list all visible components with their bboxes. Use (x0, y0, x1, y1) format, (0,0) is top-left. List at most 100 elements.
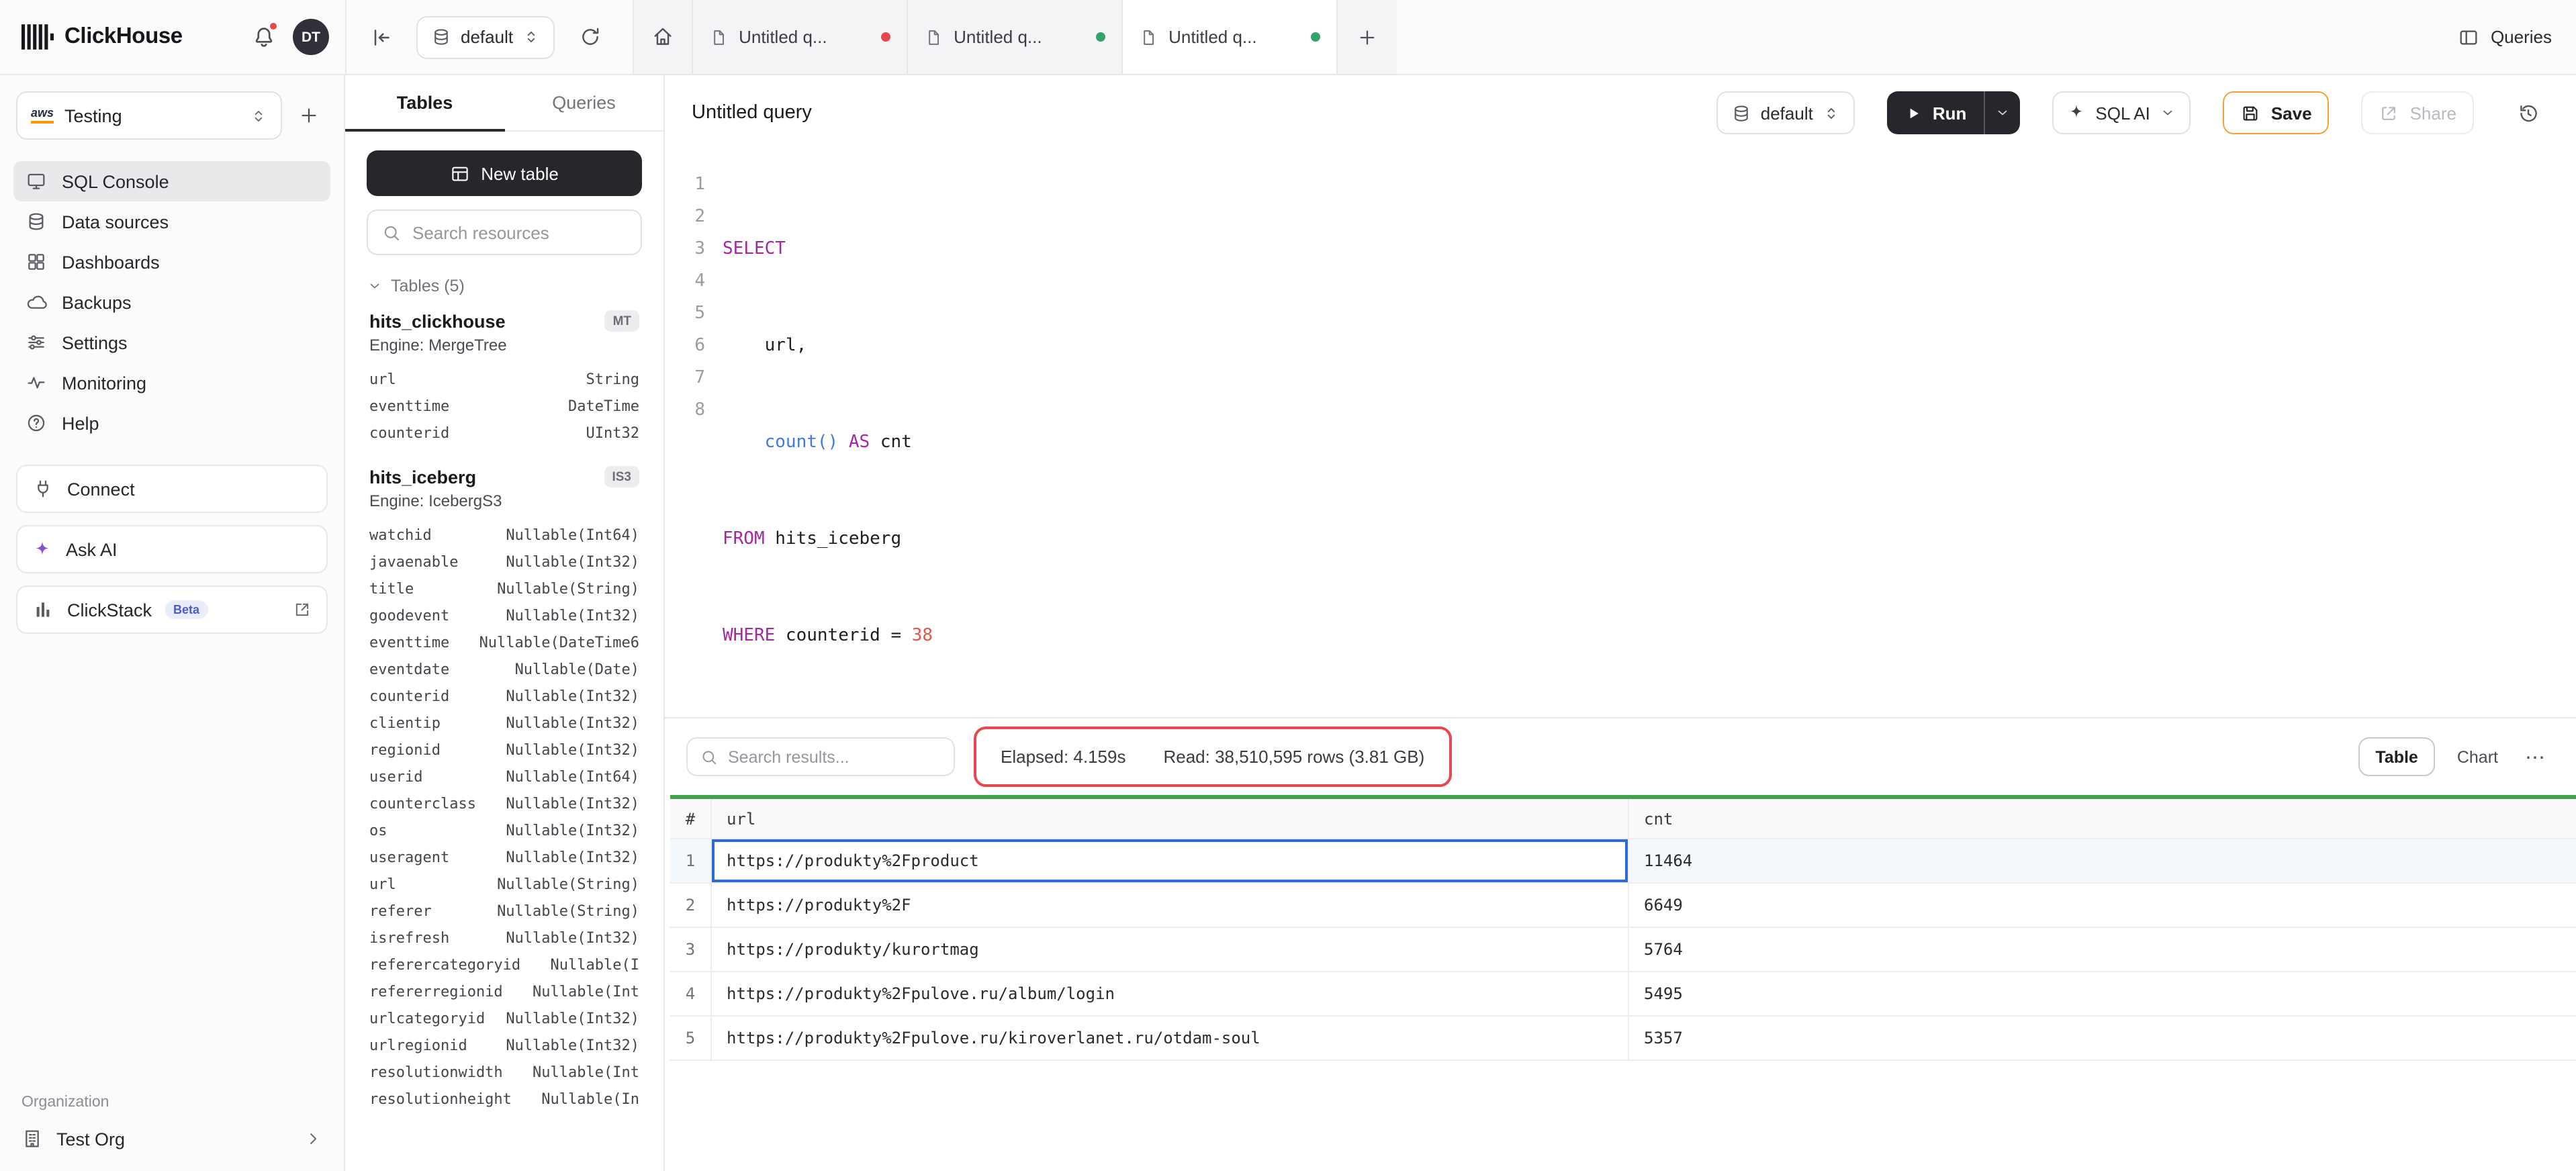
column-row[interactable]: eventtimeNullable(DateTime6 (345, 628, 663, 655)
chevron-updown-icon (1823, 104, 1840, 122)
column-row[interactable]: counterclassNullable(Int32) (345, 790, 663, 816)
url-cell[interactable]: https://produkty/kurortmag (712, 928, 1629, 971)
new-tab-button[interactable] (1338, 0, 1397, 74)
result-row[interactable]: 3 https://produkty/kurortmag 5764 (670, 928, 2576, 972)
column-row[interactable]: goodeventNullable(Int32) (345, 602, 663, 628)
column-row[interactable]: watchidNullable(Int64) (345, 521, 663, 548)
view-table-button[interactable]: Table (2358, 737, 2435, 776)
url-cell[interactable]: https://produkty%2Fpulove.ru/kiroverlane… (712, 1017, 1629, 1060)
cnt-cell[interactable]: 6649 (1629, 884, 2576, 927)
result-row[interactable]: 5 https://produkty%2Fpulove.ru/kiroverla… (670, 1017, 2576, 1061)
home-button[interactable] (634, 0, 693, 74)
tables-section-header[interactable]: Tables (5) (345, 269, 663, 301)
user-avatar[interactable]: DT (293, 19, 329, 55)
sidebar-item-settings[interactable]: Settings (13, 322, 330, 363)
code-token: count() (765, 432, 839, 453)
row-number-cell: 2 (670, 884, 712, 927)
organization-selector[interactable]: Test Org (21, 1128, 322, 1150)
column-row[interactable]: titleNullable(String) (345, 575, 663, 602)
clickstack-link[interactable]: ClickStack Beta (16, 586, 328, 634)
column-name: eventtime (369, 633, 449, 651)
column-name: javaenable (369, 553, 458, 570)
save-button[interactable]: Save (2223, 91, 2330, 134)
sidebar-item-monitoring[interactable]: Monitoring (13, 363, 330, 403)
notifications-button[interactable] (244, 18, 282, 56)
run-button[interactable]: Run (1887, 91, 2021, 134)
column-name: url (369, 875, 396, 892)
column-row[interactable]: resolutionwidthNullable(Int (345, 1058, 663, 1085)
column-row[interactable]: isrefreshNullable(Int32) (345, 924, 663, 951)
column-row[interactable]: counteridUInt32 (345, 419, 663, 446)
connect-button[interactable]: Connect (16, 465, 328, 513)
column-row[interactable]: refererNullable(String) (345, 897, 663, 924)
search-resources-input[interactable] (412, 222, 627, 242)
column-type: Nullable(Int32) (506, 821, 639, 839)
share-button[interactable]: Share (2362, 91, 2474, 134)
result-row[interactable]: 4 https://produkty%2Fpulove.ru/album/log… (670, 972, 2576, 1017)
search-results-input[interactable] (728, 747, 941, 766)
sidebar-item-dashboards[interactable]: Dashboards (13, 242, 330, 282)
refresh-button[interactable] (571, 18, 608, 56)
query-tabs-strip: Untitled q... Untitled q... Untitled q..… (634, 0, 1397, 74)
column-row[interactable]: javaenableNullable(Int32) (345, 548, 663, 575)
column-row[interactable]: urlNullable(String) (345, 870, 663, 897)
sidebar-item-backups[interactable]: Backups (13, 282, 330, 322)
column-row[interactable]: counteridNullable(Int32) (345, 682, 663, 709)
cnt-cell[interactable]: 5764 (1629, 928, 2576, 971)
beta-badge: Beta (165, 600, 208, 619)
query-tab-2[interactable]: Untitled q... (908, 0, 1123, 74)
add-service-button[interactable] (290, 97, 328, 134)
view-chart-button[interactable]: Chart (2449, 747, 2506, 766)
query-tab-1[interactable]: Untitled q... (693, 0, 908, 74)
sidebar-item-sql-console[interactable]: SQL Console (13, 161, 330, 201)
new-table-button[interactable]: New table (367, 150, 642, 196)
database-icon (1731, 103, 1751, 123)
result-row[interactable]: 2 https://produkty%2F 6649 (670, 884, 2576, 928)
query-history-button[interactable] (2506, 91, 2549, 134)
column-row[interactable]: urlcategoryidNullable(Int32) (345, 1004, 663, 1031)
column-row[interactable]: eventdateNullable(Date) (345, 655, 663, 682)
url-cell-selected[interactable]: https://produkty%2Fproduct (712, 839, 1629, 882)
column-row[interactable]: useridNullable(Int64) (345, 763, 663, 790)
url-cell[interactable]: https://produkty%2F (712, 884, 1629, 927)
table-header[interactable]: hits_iceberg IS3 (345, 457, 663, 487)
topbar-database-selector[interactable]: default (416, 15, 555, 58)
run-options-caret[interactable] (1984, 91, 2020, 134)
column-row[interactable]: urlregionidNullable(Int32) (345, 1031, 663, 1058)
column-row[interactable]: useragentNullable(Int32) (345, 843, 663, 870)
queries-button[interactable]: Queries (2458, 26, 2552, 48)
sidebar-item-data-sources[interactable]: Data sources (13, 201, 330, 242)
cnt-cell[interactable]: 11464 (1629, 839, 2576, 882)
sidebar-item-help[interactable]: Help (13, 403, 330, 443)
tab-queries[interactable]: Queries (504, 75, 663, 130)
editor-database-selector[interactable]: default (1716, 91, 1855, 134)
url-cell[interactable]: https://produkty%2Fpulove.ru/album/login (712, 972, 1629, 1015)
sql-ai-selector[interactable]: SQL AI (2052, 91, 2190, 134)
cnt-cell[interactable]: 5495 (1629, 972, 2576, 1015)
sql-editor[interactable]: 1 2 3 4 5 6 7 8 SELECT url, count() AS c… (665, 150, 2576, 717)
topbar-user-area: DT (244, 18, 329, 56)
cnt-cell[interactable]: 5357 (1629, 1017, 2576, 1060)
column-row[interactable]: urlString (345, 365, 663, 392)
ask-ai-button[interactable]: Ask AI (16, 525, 328, 573)
collapse-panel-button[interactable] (363, 18, 400, 56)
table-header[interactable]: hits_clickhouse MT (345, 301, 663, 332)
column-row[interactable]: refererregionidNullable(Int (345, 978, 663, 1004)
column-row[interactable]: clientipNullable(Int32) (345, 709, 663, 736)
code-line: count() AS cnt (723, 427, 933, 459)
column-row[interactable]: resolutionheightNullable(In (345, 1085, 663, 1112)
header-cnt[interactable]: cnt (1629, 799, 2576, 838)
workspace-selector[interactable]: aws Testing (16, 91, 282, 140)
column-row[interactable]: regionidNullable(Int32) (345, 736, 663, 763)
line-number: 8 (673, 395, 705, 427)
column-row[interactable]: eventtimeDateTime (345, 392, 663, 419)
result-row[interactable]: 1 https://produkty%2Fproduct 11464 (670, 839, 2576, 884)
code-lines: SELECT url, count() AS cnt FROM hits_ice… (723, 169, 933, 717)
column-row[interactable]: referercategoryidNullable(I (345, 951, 663, 978)
column-row[interactable]: osNullable(Int32) (345, 816, 663, 843)
query-tab-3-active[interactable]: Untitled q... (1123, 0, 1338, 74)
header-url[interactable]: url (712, 799, 1629, 838)
tab-tables[interactable]: Tables (345, 75, 504, 130)
more-options-button[interactable]: ⋯ (2520, 745, 2552, 769)
editor-database-value: default (1761, 103, 1813, 123)
